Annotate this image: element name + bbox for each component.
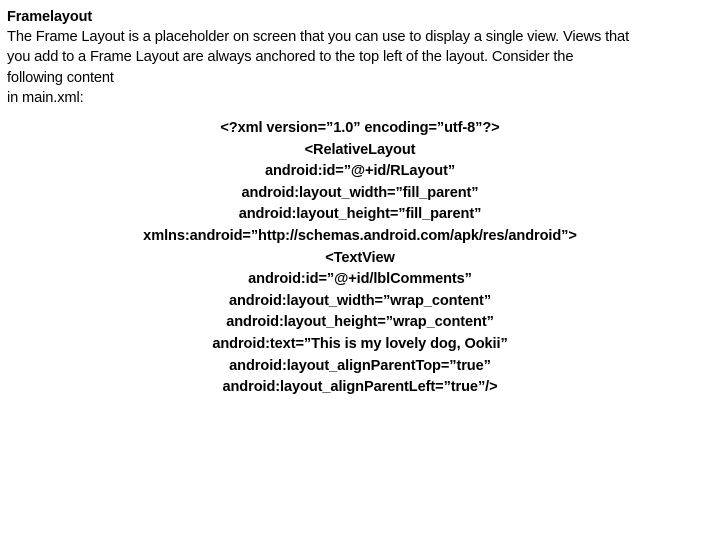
code-line: android:layout_height=”fill_parent” <box>238 206 482 223</box>
code-line: android:id=”@+id/RLayout” <box>264 163 456 180</box>
code-line: android:text=”This is my lovely dog, Ook… <box>212 335 508 352</box>
code-line: android:layout_alignParentTop=”true” <box>229 357 491 374</box>
code-line: android:layout_width=”fill_parent” <box>241 184 479 201</box>
code-line: android:layout_height=”wrap_content” <box>226 314 494 331</box>
code-line: android:layout_alignParentLeft=”true”/> <box>222 379 498 396</box>
page-title: Framelayout <box>7 9 93 25</box>
code-line: <?xml version=”1.0” encoding=”utf-8”?> <box>220 120 500 136</box>
intro-paragraph-line: The Frame Layout is a placeholder on scr… <box>7 29 629 45</box>
code-line: xmlns:android=”http://schemas.android.co… <box>143 227 577 244</box>
code-line: android:layout_width=”wrap_content” <box>228 292 492 309</box>
intro-paragraph: The Frame Layout is a placeholder on scr… <box>7 27 715 109</box>
intro-paragraph-line: you add to a Frame Layout are always anc… <box>7 49 574 66</box>
code-line: android:id=”@+id/lblComments” <box>248 271 472 288</box>
code-line: <TextView <box>325 249 395 266</box>
xml-code-listing: <?xml version=”1.0” encoding=”utf-8”?> <… <box>0 118 720 399</box>
intro-paragraph-line: following content <box>7 69 114 86</box>
code-line: <RelativeLayout <box>304 141 416 158</box>
slide-canvas: Framelayout The Frame Layout is a placeh… <box>0 0 720 540</box>
intro-paragraph-line: in main.xml: <box>7 90 84 107</box>
